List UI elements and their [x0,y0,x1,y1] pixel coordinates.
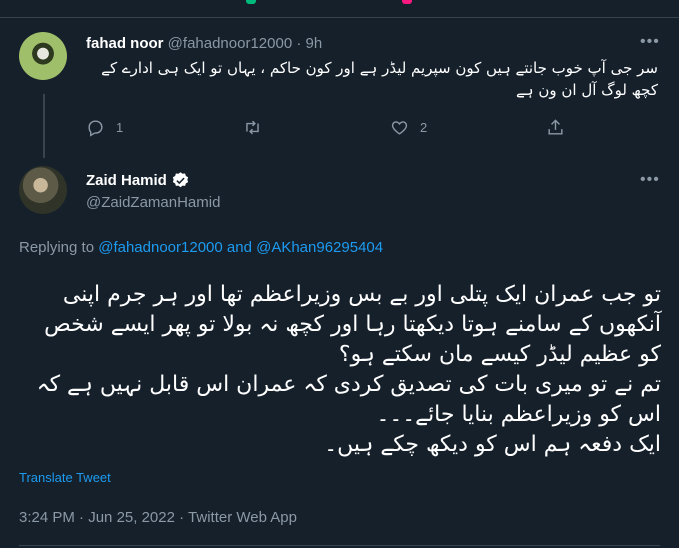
retweet-icon [246,120,259,135]
translate-tweet-link[interactable]: Translate Tweet [19,470,111,485]
share-icon [548,119,563,135]
more-horizontal-icon[interactable]: ••• [640,33,660,51]
replying-user-link[interactable]: @fahadnoor12000 [98,239,223,256]
like-count: 2 [420,120,428,135]
like-button[interactable]: 2 [390,118,427,137]
meta-separator: · [79,509,85,526]
reply-icon [88,120,103,137]
meta-separator: · [179,509,185,526]
more-horizontal-icon[interactable]: ••• [640,171,660,189]
thread-connector-line [43,94,45,158]
reply-tweet-header: fahad noor @fahadnoor12000 · 9h [86,35,322,52]
reply-author-avatar[interactable] [19,32,67,80]
reply-tweet-text: سر جی آپ خوب جانتے ہیں کون سپریم لیڈر ہے… [101,59,658,99]
main-author-handle[interactable]: @ZaidZamanHamid [86,194,220,211]
tweet-date[interactable]: Jun 25, 2022 [88,509,175,526]
main-author-avatar[interactable] [19,166,67,214]
main-author-name[interactable]: Zaid Hamid [86,172,167,189]
verified-badge-icon [172,172,188,188]
reply-timestamp[interactable]: 9h [306,35,323,52]
clipped-like-icon [402,0,412,4]
reply-button[interactable]: 1 [86,118,123,137]
replying-to-line: Replying to @fahadnoor12000 and @AKhan96… [19,239,383,256]
reply-author-handle[interactable]: @fahadnoor12000 [168,35,293,52]
reply-count: 1 [116,120,124,135]
replying-and-link[interactable]: and [227,239,252,256]
like-icon [391,121,408,135]
replying-to-label: Replying to [19,239,95,256]
retweet-button[interactable] [243,118,262,137]
tweet-time[interactable]: 3:24 PM [19,509,75,526]
main-author-name-row[interactable]: Zaid Hamid [86,171,190,190]
reply-author-name[interactable]: fahad noor [86,35,164,52]
clipped-retweet-icon [246,0,256,4]
top-clipped-actions [0,0,679,8]
divider [0,17,679,18]
main-tweet-text: تو جب عمران ایک پتلی اور بے بس وزیراعظم … [36,282,661,457]
share-button[interactable] [546,118,565,137]
replying-user-link[interactable]: @AKhan96295404 [256,239,383,256]
divider [19,545,660,546]
tweet-metadata: 3:24 PM · Jun 25, 2022 · Twitter Web App [19,509,297,526]
tweet-source[interactable]: Twitter Web App [188,509,297,526]
header-separator: · [296,35,302,52]
